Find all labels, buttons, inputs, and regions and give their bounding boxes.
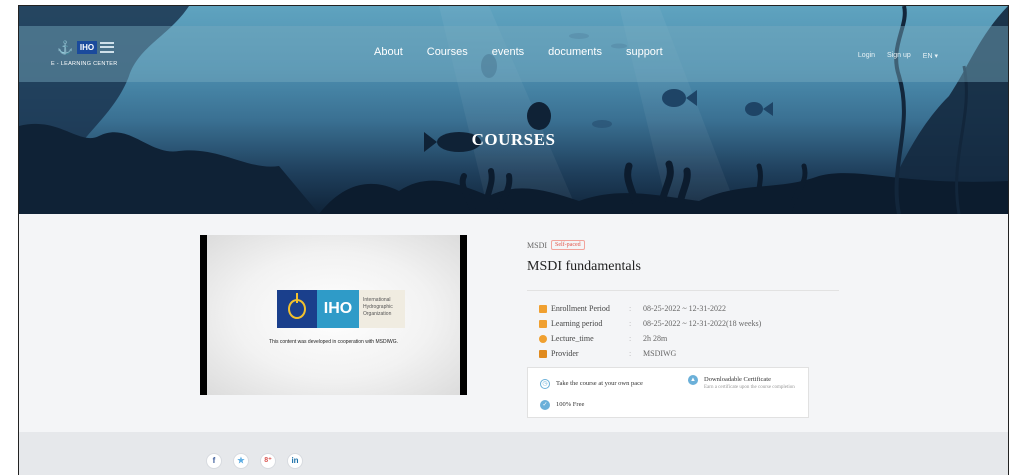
video-screen: IHO International Hydrographic Organizat… [207,235,460,395]
detail-enrollment-period: Enrollment Period : 08-25-2022 ~ 12-31-2… [539,301,839,316]
signup-link[interactable]: Sign up [887,52,911,60]
detail-label: Lecture_time [551,334,594,343]
self-paced-badge: Self-paced [551,240,585,250]
certificate-subtitle: Earn a certificate upon the course compl… [704,385,795,390]
course-features: ◷ Take the course at your own pace ▲ Dow… [527,367,809,418]
logo-tagline: E - LEARNING CENTER [51,61,118,67]
language-label: EN [922,53,933,60]
nav-support[interactable]: support [626,46,663,58]
course-detail: IHO International Hydrographic Organizat… [19,214,1008,432]
course-meta: MSDI Self-paced [527,239,839,251]
page-footer: f ✮ 8⁺ in [19,432,1008,475]
page-title: COURSES [471,130,556,149]
nav-about[interactable]: About [374,46,403,58]
detail-value: 2h 28m [643,334,668,343]
menu-lines-icon [100,42,114,53]
detail-label: Provider [551,349,579,358]
feature-price: ✓ 100% Free [540,400,584,410]
detail-label: Learning period [551,319,603,328]
detail-lecture-time: Lecture_time : 2h 28m [539,331,839,346]
logo-badge: IHO [77,41,97,54]
linkedin-icon[interactable]: in [287,453,303,469]
feature-certificate: ▲ Downloadable Certificate Earn a certif… [688,375,795,391]
main-nav: About Courses events documents support [374,46,663,58]
detail-separator: : [629,319,632,328]
course-title: MSDI fundamentals [527,259,641,274]
iho-seal-icon [277,290,317,328]
detail-learning-period: Learning period : 08-25-2022 ~ 12-31-202… [539,316,839,331]
iho-organization-logo: IHO International Hydrographic Organizat… [277,290,405,328]
org-line: Hydrographic [363,304,393,310]
detail-separator: : [629,334,632,343]
org-line: Organization [363,311,392,317]
detail-value: MSDIWG [643,349,677,358]
chevron-down-icon: ▾ [934,53,938,60]
social-links: f ✮ 8⁺ in [206,453,303,469]
detail-value: 08-25-2022 ~ 12-31-2022(18 weeks) [643,319,762,328]
hero-banner: ⚓ IHO E - LEARNING CENTER About Courses … [19,6,1008,214]
feature-self-paced: ◷ Take the course at your own pace [540,379,643,389]
login-link[interactable]: Login [858,52,875,60]
course-category: MSDI [527,240,548,250]
course-video-player[interactable]: IHO International Hydrographic Organizat… [200,235,467,395]
facebook-icon[interactable]: f [206,453,222,469]
org-line: International [363,297,391,303]
detail-value: 08-25-2022 ~ 12-31-2022 [643,304,726,313]
nav-events[interactable]: events [492,46,524,58]
feature-text: Take the course at your own pace [556,380,643,387]
certificate-icon: ▲ [688,375,698,385]
course-info: MSDI Self-paced MSDI fundamentals Enroll… [527,239,839,418]
auth-nav: Login Sign up EN ▾ [858,52,938,60]
anchor-icon: ⚓ [57,40,74,55]
certificate-text: Downloadable Certificate Earn a certific… [704,375,795,391]
briefcase-icon [539,349,547,358]
language-selector[interactable]: EN ▾ [923,52,938,60]
detail-provider: Provider : MSDIWG [539,346,839,361]
detail-separator: : [629,304,632,313]
clock-icon [539,334,547,343]
org-name: International Hydrographic Organization [359,290,405,328]
course-details: Enrollment Period : 08-25-2022 ~ 12-31-2… [539,301,839,361]
top-navbar: ⚓ IHO E - LEARNING CENTER About Courses … [19,26,1008,82]
iho-logo-text: IHO [317,290,359,328]
iho-elearning-logo[interactable]: ⚓ IHO E - LEARNING CENTER [39,36,149,76]
feature-text: 100% Free [556,401,585,408]
video-caption: This content was developed in cooperatio… [269,339,398,345]
calendar-icon [539,304,547,313]
google-plus-icon[interactable]: 8⁺ [260,453,276,469]
browser-frame: ⚓ IHO E - LEARNING CENTER About Courses … [18,5,1009,475]
divider [527,290,839,291]
detail-label: Enrollment Period [551,304,610,313]
twitter-icon[interactable]: ✮ [233,453,249,469]
nav-documents[interactable]: documents [548,46,602,58]
nav-courses[interactable]: Courses [427,46,468,58]
clock-icon: ◷ [540,379,550,389]
tag-icon: ✓ [540,400,550,410]
detail-separator: : [629,349,632,358]
calendar-icon [539,319,547,328]
certificate-title: Downloadable Certificate [704,376,771,383]
